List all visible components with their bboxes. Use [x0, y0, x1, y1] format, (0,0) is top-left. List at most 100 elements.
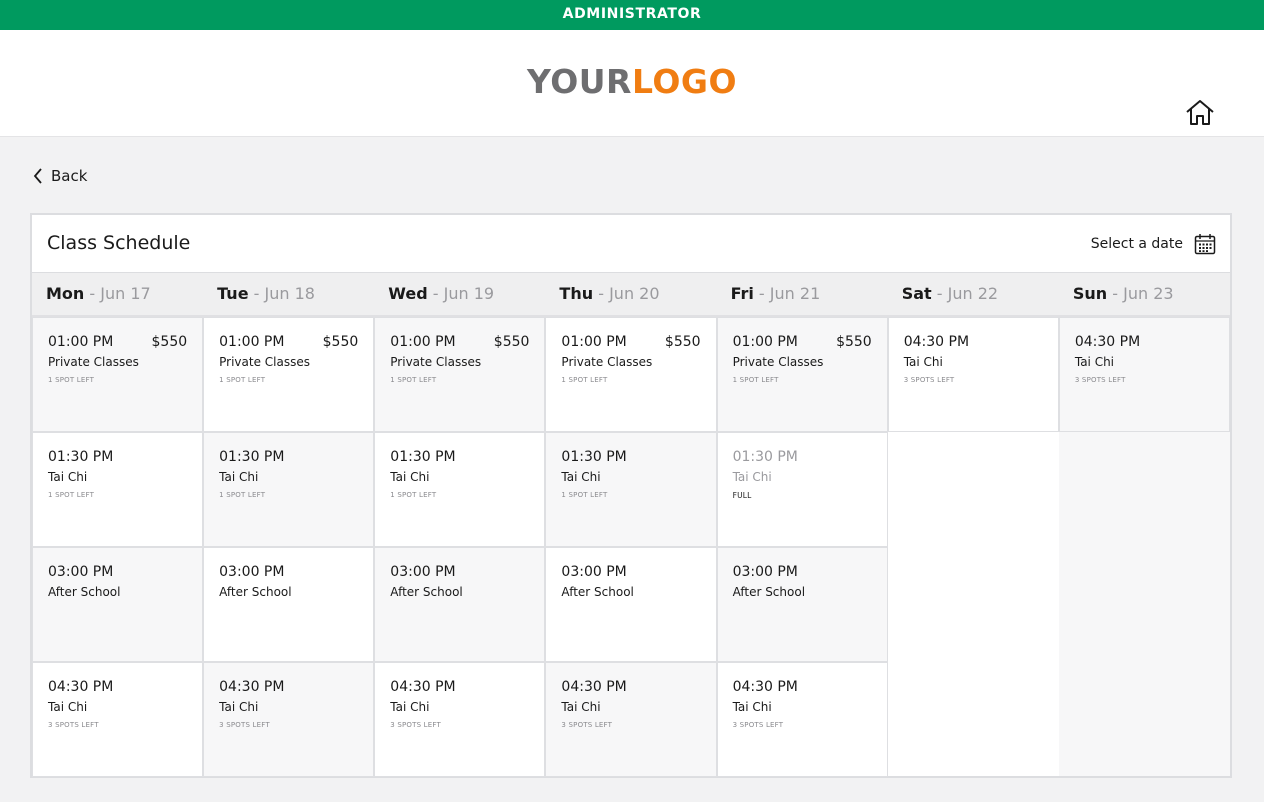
- day-name: Wed: [388, 284, 428, 303]
- logo-part-your: YOUR: [526, 62, 632, 101]
- spots-left: 3 SPOTS LEFT: [903, 376, 955, 384]
- class-time: 04:30 PM: [390, 679, 456, 695]
- class-name: Tai Chi: [903, 355, 943, 369]
- schedule-title: Class Schedule: [47, 232, 191, 254]
- day-column: 01:00 PM $550 Private Classes 1 SPOT LEFT 01…: [716, 317, 888, 777]
- class-slot[interactable]: 01:00 PM $550 Private Classes 1 SPOT LEFT: [374, 317, 546, 432]
- class-schedule-panel: Class Schedule Select a date Mon - Jun 1…: [30, 213, 1232, 778]
- class-slot[interactable]: 04:30 PM Tai Chi 3 SPOTS LEFT: [374, 662, 546, 777]
- back-link[interactable]: Back: [33, 165, 87, 187]
- class-slot[interactable]: 01:30 PM Tai Chi 1 SPOT LEFT: [374, 432, 546, 547]
- class-slot[interactable]: 03:00 PM After School: [374, 547, 546, 662]
- class-slot[interactable]: 01:30 PM Tai Chi FULL: [716, 432, 888, 547]
- spots-left: 1 SPOT LEFT: [219, 376, 266, 384]
- spots-left: 3 SPOTS LEFT: [732, 721, 784, 729]
- class-price: $550: [322, 334, 359, 350]
- spots-left: 3 SPOTS LEFT: [48, 721, 99, 729]
- spots-left: 1 SPOT LEFT: [48, 376, 95, 384]
- class-time: 01:30 PM: [732, 449, 798, 465]
- class-name: After School: [219, 585, 292, 599]
- spots-left: 3 SPOTS LEFT: [219, 721, 270, 729]
- class-name: Private Classes: [732, 355, 824, 369]
- home-icon: [1186, 100, 1214, 125]
- day-header: Sun - Jun 23: [1059, 273, 1230, 315]
- class-name: Tai Chi: [48, 700, 88, 714]
- header: YOURLOGO: [0, 30, 1264, 137]
- day-name: Sun: [1072, 284, 1108, 303]
- class-price: $550: [151, 334, 188, 350]
- admin-bar: ADMINISTRATOR: [0, 0, 1264, 30]
- class-name: Private Classes: [48, 355, 139, 369]
- class-time: 03:00 PM: [390, 564, 456, 580]
- class-name: Tai Chi: [732, 470, 772, 484]
- spots-left: 1 SPOT LEFT: [390, 376, 437, 384]
- class-slot[interactable]: 04:30 PM Tai Chi 3 SPOTS LEFT: [545, 662, 717, 777]
- class-slot[interactable]: 01:00 PM $550 Private Classes 1 SPOT LEFT: [32, 317, 204, 432]
- day-header: Fri - Jun 21: [717, 273, 888, 315]
- day-header: Wed - Jun 19: [374, 273, 545, 315]
- class-time: 01:30 PM: [390, 449, 456, 465]
- class-slot[interactable]: 04:30 PM Tai Chi 3 SPOTS LEFT: [716, 662, 888, 777]
- class-slot[interactable]: 04:30 PM Tai Chi 3 SPOTS LEFT: [32, 662, 204, 777]
- class-time: 04:30 PM: [903, 334, 970, 350]
- class-slot[interactable]: 03:00 PM After School: [716, 547, 888, 662]
- home-button[interactable]: [1184, 98, 1216, 128]
- class-slot[interactable]: 03:00 PM After School: [32, 547, 204, 662]
- class-time: 04:30 PM: [219, 679, 285, 695]
- class-slot[interactable]: 03:00 PM After School: [545, 547, 717, 662]
- class-slot[interactable]: 04:30 PM Tai Chi 3 SPOTS LEFT: [1058, 317, 1230, 432]
- day-date-sep: -: [427, 284, 444, 303]
- class-slot[interactable]: 01:00 PM $550 Private Classes 1 SPOT LEFT: [545, 317, 717, 432]
- class-name: Tai Chi: [219, 470, 259, 484]
- class-name: Private Classes: [561, 355, 653, 369]
- class-slot[interactable]: 03:00 PM After School: [203, 547, 375, 662]
- day-date-sep: -: [1107, 284, 1124, 303]
- class-name: Tai Chi: [1074, 355, 1115, 369]
- class-name: Tai Chi: [48, 470, 88, 484]
- class-price: $550: [493, 334, 530, 350]
- class-slot[interactable]: 01:30 PM Tai Chi 1 SPOT LEFT: [545, 432, 717, 547]
- class-name: Tai Chi: [390, 470, 430, 484]
- day-header-row: Mon - Jun 17 Tue - Jun 18 Wed - Jun 19 Thu …: [32, 273, 1230, 317]
- class-time: 03:00 PM: [219, 564, 285, 580]
- day-header: Sat - Jun 22: [888, 273, 1059, 315]
- class-slot[interactable]: 04:30 PM Tai Chi 3 SPOTS LEFT: [203, 662, 375, 777]
- day-name: Fri: [730, 284, 754, 303]
- class-time: 04:30 PM: [561, 679, 627, 695]
- day-name: Tue: [217, 284, 249, 303]
- class-slot[interactable]: 01:30 PM Tai Chi 1 SPOT LEFT: [203, 432, 375, 547]
- class-time: 01:30 PM: [219, 449, 285, 465]
- class-slot[interactable]: 04:30 PM Tai Chi 3 SPOTS LEFT: [887, 317, 1059, 432]
- day-column: 04:30 PM Tai Chi 3 SPOTS LEFT: [1058, 317, 1230, 776]
- day-column: 04:30 PM Tai Chi 3 SPOTS LEFT: [887, 317, 1059, 776]
- class-name: After School: [390, 585, 463, 599]
- class-time: 03:00 PM: [561, 564, 627, 580]
- class-name: Tai Chi: [390, 700, 430, 714]
- spots-left: 3 SPOTS LEFT: [1074, 376, 1126, 384]
- day-name: Thu: [559, 284, 594, 303]
- select-date-label: Select a date: [1090, 236, 1183, 252]
- class-slot[interactable]: 01:30 PM Tai Chi 1 SPOT LEFT: [32, 432, 204, 547]
- spots-left: 1 SPOT LEFT: [561, 491, 608, 499]
- day-column: 01:00 PM $550 Private Classes 1 SPOT LEFT 01…: [545, 317, 717, 777]
- schedule-header: Class Schedule Select a date: [32, 215, 1230, 273]
- select-date-button[interactable]: Select a date: [1091, 233, 1216, 255]
- spots-left: 3 SPOTS LEFT: [390, 721, 441, 729]
- day-date: Jun 21: [769, 284, 821, 303]
- spots-left: 3 SPOTS LEFT: [561, 721, 613, 729]
- class-name: Private Classes: [219, 355, 310, 369]
- class-time: 03:00 PM: [48, 564, 114, 580]
- spots-left: FULL: [732, 491, 752, 500]
- class-slot[interactable]: 01:00 PM $550 Private Classes 1 SPOT LEFT: [716, 317, 888, 432]
- class-slot[interactable]: 01:00 PM $550 Private Classes 1 SPOT LEFT: [203, 317, 375, 432]
- class-name: Tai Chi: [561, 700, 601, 714]
- class-name: Tai Chi: [732, 700, 772, 714]
- spots-left: 1 SPOT LEFT: [732, 376, 779, 384]
- class-time: 04:30 PM: [48, 679, 114, 695]
- day-date: Jun 18: [264, 284, 315, 303]
- class-name: Tai Chi: [561, 470, 601, 484]
- day-date: Jun 17: [100, 284, 151, 303]
- day-header: Mon - Jun 17: [32, 273, 203, 315]
- chevron-left-icon: [33, 168, 42, 184]
- day-date-sep: -: [84, 284, 101, 303]
